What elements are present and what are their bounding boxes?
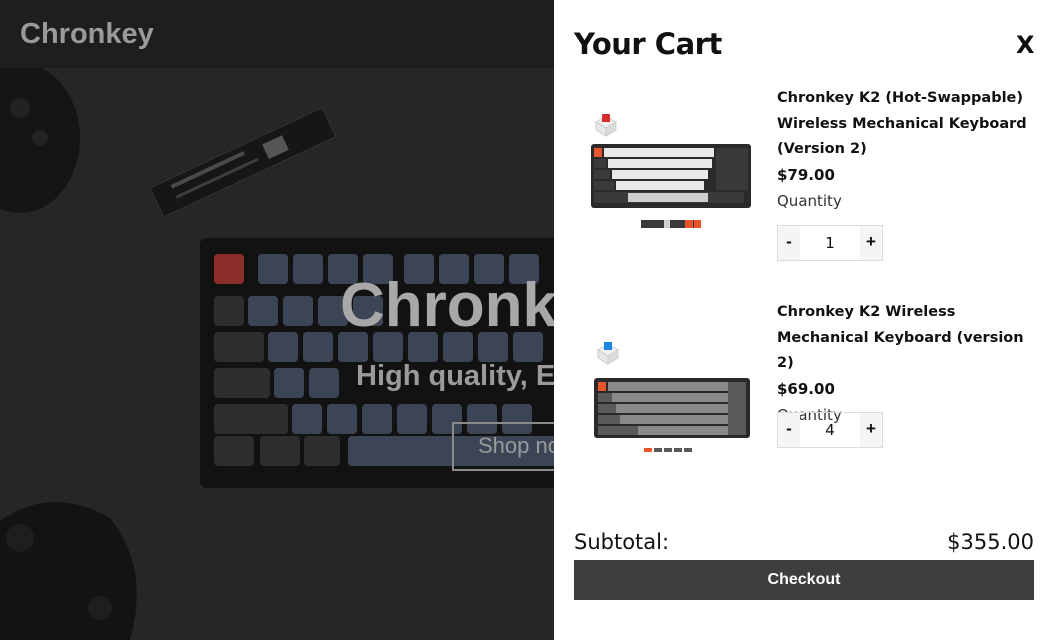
decrease-quantity-button[interactable]: - bbox=[778, 226, 800, 260]
quantity-input[interactable]: 4 bbox=[800, 413, 860, 447]
hero-subtitle: High quality, E bbox=[356, 360, 554, 392]
subtotal-label: Subtotal: bbox=[574, 530, 670, 554]
cart-item-info: Chronkey K2 Wireless Mechanical Keyboard… bbox=[777, 300, 1037, 428]
quantity-stepper: - 4 + bbox=[777, 412, 883, 448]
subtotal-value: $355.00 bbox=[947, 530, 1034, 554]
quantity-input[interactable]: 1 bbox=[800, 226, 860, 260]
product-name[interactable]: Chronkey K2 Wireless Mechanical Keyboard… bbox=[777, 300, 1037, 377]
quantity-stepper: - 1 + bbox=[777, 225, 883, 261]
decrease-quantity-button[interactable]: - bbox=[778, 413, 800, 447]
increase-quantity-button[interactable]: + bbox=[860, 226, 882, 260]
product-image bbox=[588, 108, 756, 238]
close-cart-button[interactable]: X bbox=[1016, 31, 1035, 59]
site-logo[interactable]: Chronkey bbox=[20, 18, 154, 51]
hero-image bbox=[0, 68, 554, 640]
product-name[interactable]: Chronkey K2 (Hot-Swappable) Wireless Mec… bbox=[777, 86, 1037, 163]
checkout-button[interactable]: Checkout bbox=[574, 560, 1034, 600]
cart-drawer: Your Cart X Chronkey K2 (Hot-Swappable) … bbox=[554, 0, 1054, 640]
increase-quantity-button[interactable]: + bbox=[860, 413, 882, 447]
product-image bbox=[588, 322, 756, 452]
shop-now-button[interactable]: Shop no bbox=[452, 422, 554, 471]
hero-title: Chronkey bbox=[340, 271, 554, 340]
quantity-label: Quantity bbox=[777, 191, 842, 210]
extra-keycaps bbox=[641, 220, 701, 228]
cart-title: Your Cart bbox=[574, 27, 722, 61]
product-price: $69.00 bbox=[777, 379, 835, 398]
extra-keycaps bbox=[644, 448, 692, 452]
product-price: $79.00 bbox=[777, 165, 835, 184]
cart-item-info: Chronkey K2 (Hot-Swappable) Wireless Mec… bbox=[777, 86, 1037, 214]
hero-banner: Chronkey High quality, E Shop no bbox=[0, 68, 554, 640]
